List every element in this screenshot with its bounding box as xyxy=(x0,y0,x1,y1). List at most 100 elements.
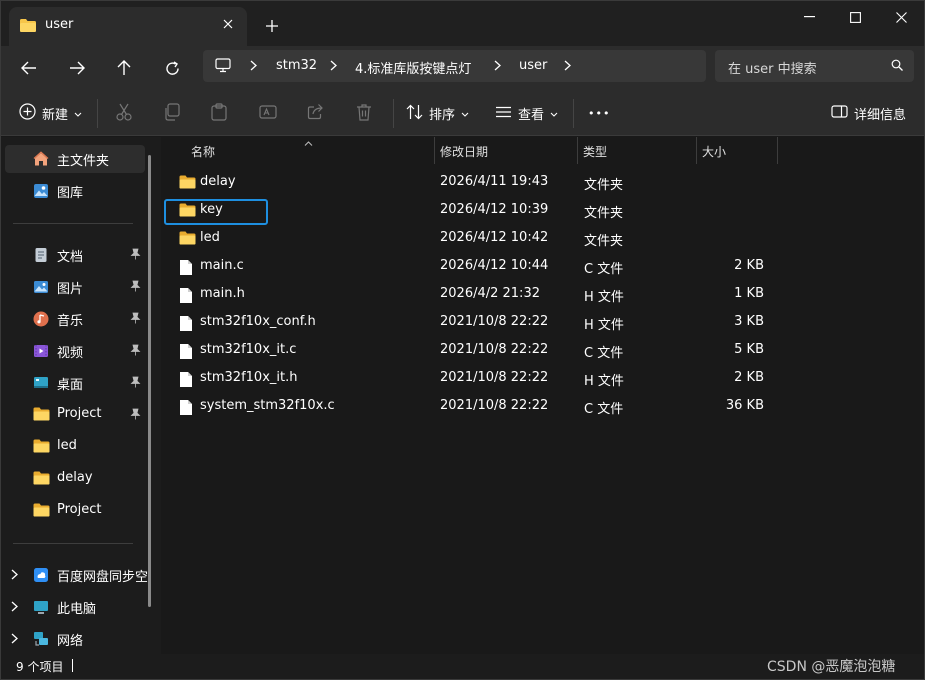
details-pane-button[interactable]: 详细信息 xyxy=(831,97,906,130)
file-size: 36 KB xyxy=(725,398,764,413)
file-row[interactable]: delay 2026/4/11 19:43 文件夹 xyxy=(167,169,779,197)
column-header-type[interactable]: 类型 xyxy=(577,137,697,164)
sidebar-item-pictures[interactable]: 图片 xyxy=(5,273,145,301)
address-input[interactable]: stm32 4.标准库版按键点灯 user xyxy=(203,50,706,82)
nav-divider xyxy=(13,543,133,544)
share-icon[interactable] xyxy=(307,103,324,124)
sidebar-item-project[interactable]: Project xyxy=(5,401,145,429)
maximize-button[interactable] xyxy=(832,1,878,33)
file-icon xyxy=(179,343,193,364)
breadcrumb-user[interactable]: user xyxy=(519,58,547,73)
video-icon xyxy=(33,343,49,359)
file-row[interactable]: led 2026/4/12 10:42 文件夹 xyxy=(167,225,779,253)
cut-icon[interactable] xyxy=(116,103,132,125)
pin-icon[interactable] xyxy=(130,280,141,296)
pin-icon[interactable] xyxy=(130,408,141,424)
delete-icon[interactable] xyxy=(356,103,372,125)
plus-circle-icon xyxy=(19,103,36,124)
column-divider[interactable] xyxy=(777,137,778,164)
forward-button[interactable] xyxy=(60,51,94,85)
file-size: 2 KB xyxy=(734,370,764,385)
status-divider xyxy=(72,659,73,672)
file-name: stm32f10x_it.h xyxy=(200,370,298,385)
tab-user[interactable]: user xyxy=(9,7,247,46)
refresh-button[interactable] xyxy=(155,51,189,85)
folder-icon xyxy=(33,471,50,487)
file-row[interactable]: stm32f10x_it.c 2021/10/8 22:22 C 文件 5 KB xyxy=(167,337,779,365)
new-button[interactable]: 新建 xyxy=(19,97,82,130)
search-input[interactable]: 在 user 中搜索 xyxy=(715,50,914,82)
file-type: 文件夹 xyxy=(584,234,624,249)
chevron-right-icon[interactable] xyxy=(11,601,18,616)
view-list-icon xyxy=(495,106,512,122)
sidebar-item-documents[interactable]: 文档 xyxy=(5,241,145,269)
sidebar-item-home[interactable]: 主文件夹 xyxy=(5,145,145,173)
file-date: 2026/4/12 10:42 xyxy=(440,230,549,245)
column-header-name[interactable]: 名称 xyxy=(185,137,435,164)
pin-icon[interactable] xyxy=(130,312,141,328)
file-type: H 文件 xyxy=(584,318,624,333)
sidebar-item-gallery[interactable]: 图库 xyxy=(5,177,145,205)
new-tab-button[interactable] xyxy=(259,13,285,39)
breadcrumb-stm32[interactable]: stm32 xyxy=(276,58,317,73)
pin-icon[interactable] xyxy=(130,376,141,392)
file-row[interactable]: main.h 2026/4/2 21:32 H 文件 1 KB xyxy=(167,281,779,309)
pin-icon[interactable] xyxy=(130,344,141,360)
file-row[interactable]: system_stm32f10x.c 2021/10/8 22:22 C 文件 … xyxy=(167,393,779,421)
view-button[interactable]: 查看 xyxy=(495,97,558,130)
sidebar-item-network[interactable]: 网络 xyxy=(5,625,145,653)
minimize-button[interactable] xyxy=(786,1,832,33)
sidebar-item-delay[interactable]: delay xyxy=(5,465,145,493)
sort-button[interactable]: 排序 xyxy=(406,97,469,130)
item-count: 9 个项目 xyxy=(16,660,64,674)
toolbar-divider xyxy=(97,99,98,128)
sidebar-item-desktop[interactable]: 桌面 xyxy=(5,369,145,397)
nav-scrollbar[interactable] xyxy=(148,155,151,607)
file-name: main.h xyxy=(200,286,245,301)
pin-icon[interactable] xyxy=(130,248,141,264)
breadcrumb-project[interactable]: 4.标准库版按键点灯 xyxy=(355,58,471,77)
file-row[interactable]: main.c 2026/4/12 10:44 C 文件 2 KB xyxy=(167,253,779,281)
sidebar-item-project-2[interactable]: Project xyxy=(5,497,145,525)
close-window-button[interactable] xyxy=(878,1,924,33)
toolbar-divider xyxy=(573,99,574,128)
file-row[interactable]: stm32f10x_conf.h 2021/10/8 22:22 H 文件 3 … xyxy=(167,309,779,337)
chevron-right-icon[interactable] xyxy=(564,60,571,75)
chevron-down-icon xyxy=(74,106,82,121)
sidebar-item-label: Project xyxy=(57,502,102,517)
sidebar-item-music[interactable]: 音乐 xyxy=(5,305,145,333)
column-header-date[interactable]: 修改日期 xyxy=(434,137,578,164)
column-header-size[interactable]: 大小 xyxy=(696,137,778,164)
chevron-right-icon[interactable] xyxy=(11,569,18,584)
toolbar-divider xyxy=(393,99,394,128)
paste-icon[interactable] xyxy=(211,103,227,125)
gallery-icon xyxy=(33,183,49,199)
sidebar-item-this-pc[interactable]: 此电脑 xyxy=(5,593,145,621)
up-button[interactable] xyxy=(107,51,141,85)
chevron-right-icon xyxy=(330,60,337,75)
chevron-right-icon xyxy=(250,60,257,75)
file-type: C 文件 xyxy=(584,402,624,417)
nav-divider xyxy=(13,223,133,224)
back-button[interactable] xyxy=(12,51,46,85)
file-type: H 文件 xyxy=(584,374,624,389)
chevron-right-icon xyxy=(494,60,501,75)
copy-icon[interactable] xyxy=(164,103,180,125)
sidebar-item-led[interactable]: led xyxy=(5,433,145,461)
sidebar-item-label: 图片 xyxy=(57,282,84,297)
sidebar-item-videos[interactable]: 视频 xyxy=(5,337,145,365)
more-options-button[interactable]: ••• xyxy=(588,97,610,130)
chevron-right-icon[interactable] xyxy=(11,633,18,648)
folder-icon xyxy=(179,231,196,249)
sidebar-item-label: delay xyxy=(57,470,93,485)
computer-icon xyxy=(33,599,49,615)
close-tab-button[interactable] xyxy=(217,13,239,35)
document-icon xyxy=(33,247,49,263)
sidebar-item-baidu-sync[interactable]: 百度网盘同步空 xyxy=(5,561,148,589)
baidu-sync-icon xyxy=(33,567,49,583)
search-icon[interactable] xyxy=(891,59,903,75)
file-icon xyxy=(179,287,193,308)
file-row[interactable]: stm32f10x_it.h 2021/10/8 22:22 H 文件 2 KB xyxy=(167,365,779,393)
rename-icon[interactable] xyxy=(259,103,277,125)
navigation-pane: 主文件夹 图库 文档 图片 音乐 视频 桌面 Project led delay… xyxy=(1,137,161,654)
